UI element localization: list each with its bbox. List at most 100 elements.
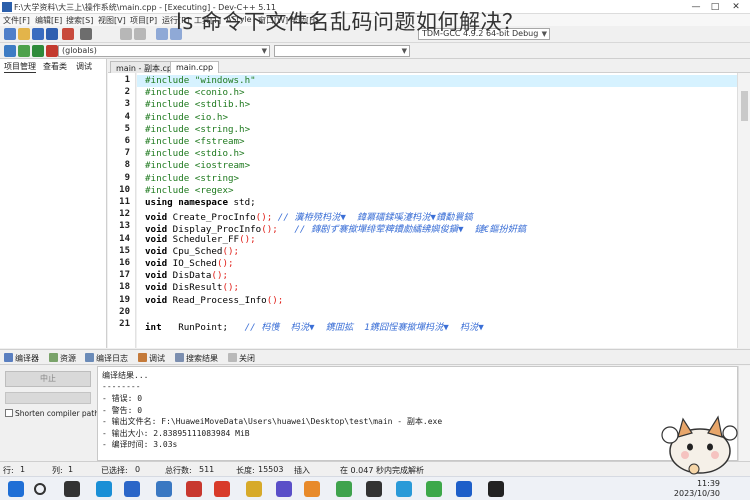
globals-select[interactable]: (globals) ▼ xyxy=(58,45,270,57)
powerpoint-icon[interactable] xyxy=(186,481,202,497)
tab-classes[interactable]: 查看类 xyxy=(43,61,67,72)
status-len-label: 长度: xyxy=(236,466,255,475)
status-row-label: 行: xyxy=(3,466,14,475)
output-line: - 输出大小: 2.83895111083984 MiB xyxy=(102,428,250,438)
stop-icon[interactable] xyxy=(46,45,58,57)
app-icon-dark[interactable] xyxy=(488,481,504,497)
tab-search-results[interactable]: 搜索结果 xyxy=(175,353,218,364)
line-number: 21 xyxy=(119,319,130,329)
maximize-button[interactable]: □ xyxy=(706,1,724,13)
code-token-pp: #include <io.h> xyxy=(145,111,228,123)
abort-button[interactable]: 中止 xyxy=(5,371,91,387)
menu-project[interactable]: 项目[P] xyxy=(130,15,157,26)
save-icon[interactable] xyxy=(32,28,44,40)
new-file-icon[interactable] xyxy=(4,28,16,40)
redo-icon[interactable] xyxy=(134,28,146,40)
run-icon[interactable] xyxy=(18,45,30,57)
terminal-icon[interactable] xyxy=(366,481,382,497)
overlay-headline: ls 命令下文件名乱码问题如何解决？ xyxy=(176,10,524,34)
tab-compile-log[interactable]: 编译日志 xyxy=(85,353,128,364)
log-icon xyxy=(85,353,94,362)
line-number: 2 xyxy=(124,87,130,98)
status-sel-value: 0 xyxy=(135,465,141,474)
menu-search[interactable]: 搜索[S] xyxy=(66,15,93,26)
tab-compiler[interactable]: 编译器 xyxy=(4,353,39,364)
save-all-icon[interactable] xyxy=(46,28,58,40)
teams-icon[interactable] xyxy=(156,481,172,497)
editor-tabs: main - 副本.cpp main.cpp xyxy=(108,59,750,73)
tab-debug[interactable]: 调试 xyxy=(76,61,92,72)
wechat-icon[interactable] xyxy=(336,481,352,497)
clock-time: 11:39 xyxy=(696,479,720,488)
line-number-gutter: 1 2 3 4 5 6 7 8 9 10 11 12 13 14 15 16 17 18 19 20 21 xyxy=(108,73,136,348)
folder-icon[interactable] xyxy=(246,481,262,497)
code-token-pp: #include <fstream> xyxy=(145,136,245,147)
code-token-txt: DisData xyxy=(167,270,212,282)
code-token-par: (); xyxy=(216,258,234,269)
status-col-label: 列: xyxy=(52,466,63,475)
open-file-icon[interactable] xyxy=(18,28,30,40)
close-file-icon[interactable] xyxy=(62,28,74,40)
code-line: #include <stdio.h> xyxy=(145,148,245,159)
line-number: 19 xyxy=(119,294,130,305)
code-token-pp: #include <stdio.h> xyxy=(145,148,245,160)
tab-project[interactable]: 项目管理 xyxy=(4,61,36,73)
clock[interactable]: 11:39 2023/10/30 xyxy=(674,479,720,499)
code-editor[interactable]: #include "windows.h" #include <conio.h> #i… xyxy=(137,73,737,348)
start-icon[interactable] xyxy=(8,481,24,497)
app-icon-blue[interactable] xyxy=(456,481,472,497)
menu-edit[interactable]: 编辑[E] xyxy=(35,15,62,26)
browser-icon[interactable] xyxy=(396,481,412,497)
code-token-kw: using namespace xyxy=(145,197,228,208)
output-line: - 编译时间: 3.03s xyxy=(102,440,178,449)
code-token-kw: void xyxy=(145,294,168,306)
shorten-paths-checkbox[interactable]: Shorten compiler paths xyxy=(5,409,103,418)
close-icon xyxy=(228,353,237,362)
tab-close[interactable]: 关闭 xyxy=(228,353,255,364)
line-number: 4 xyxy=(124,111,130,122)
line-number: 16 xyxy=(119,258,130,268)
code-line: #include <fstream> xyxy=(145,136,245,147)
output-line: - 警告: 0 xyxy=(102,405,143,415)
tab-main[interactable]: main.cpp xyxy=(170,61,220,73)
menu-view[interactable]: 视图[V] xyxy=(98,15,126,26)
pdf-icon[interactable] xyxy=(214,481,230,497)
menu-file[interactable]: 文件[F] xyxy=(3,15,30,26)
status-total-label: 总行数: xyxy=(165,466,192,475)
chevron-down-icon: ▼ xyxy=(261,47,267,55)
devcpp-icon[interactable] xyxy=(276,481,292,497)
code-token-pp: #include <stdlib.h> xyxy=(145,99,251,111)
compile-output[interactable]: 编译结果... -------- - 错误: 0 - 警告: 0 - 输出文件名: F:… xyxy=(97,366,738,461)
find-icon[interactable] xyxy=(156,28,168,40)
print-icon[interactable] xyxy=(80,28,92,40)
minimize-button[interactable]: — xyxy=(687,1,705,13)
status-col-value: 1 xyxy=(68,465,74,474)
progress-field xyxy=(5,392,91,404)
close-button[interactable]: ✕ xyxy=(727,1,745,13)
scrollbar-thumb[interactable] xyxy=(741,91,748,121)
task-view-icon[interactable] xyxy=(64,481,80,497)
tab-debug-bottom[interactable]: 调试 xyxy=(138,353,165,364)
tab-resources[interactable]: 资源 xyxy=(49,353,76,364)
edge-icon[interactable] xyxy=(96,481,112,497)
code-token-par: (); xyxy=(222,282,240,294)
output-line: -------- xyxy=(102,381,141,391)
app-icon-green[interactable] xyxy=(426,481,442,497)
code-token-pp: #include <string.h> xyxy=(145,123,251,135)
compile-run-icon[interactable] xyxy=(32,45,44,57)
checkbox-box[interactable] xyxy=(5,409,13,417)
globals-select-value: (globals) xyxy=(62,46,97,55)
editor-scrollbar[interactable] xyxy=(737,73,750,348)
compile-icon[interactable] xyxy=(4,45,16,57)
compiler-controls: 中止 Shorten compiler paths xyxy=(0,365,103,461)
app-icon-orange[interactable] xyxy=(304,481,320,497)
undo-icon[interactable] xyxy=(120,28,132,40)
search-icon[interactable] xyxy=(34,483,46,495)
code-token-pp: #include <regex> xyxy=(145,184,234,196)
code-line: #include <string> xyxy=(145,173,239,184)
compiler-icon xyxy=(4,353,13,362)
line-number: 7 xyxy=(124,148,130,159)
code-token-pp: #include <string> xyxy=(145,172,240,184)
member-select[interactable]: ▼ xyxy=(274,45,410,57)
word-icon[interactable] xyxy=(124,481,140,497)
